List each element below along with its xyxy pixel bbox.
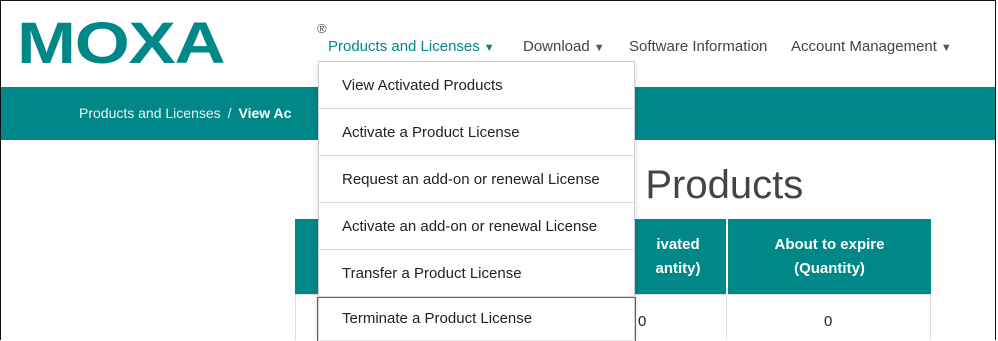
breadcrumb-current: View Ac bbox=[238, 105, 292, 121]
menu-item-request-addon-renewal[interactable]: Request an add-on or renewal License bbox=[319, 156, 634, 203]
nav-download-label: Download bbox=[523, 38, 590, 55]
nav-download[interactable]: Download ▼ bbox=[523, 38, 605, 55]
chevron-down-icon: ▼ bbox=[483, 42, 495, 54]
nav-account-management[interactable]: Account Management ▼ bbox=[791, 38, 952, 55]
expire-quantity-value[interactable]: 0 bbox=[824, 313, 832, 330]
nav-software-label: Software Information bbox=[629, 38, 768, 55]
menu-item-view-activated-products[interactable]: View Activated Products bbox=[319, 62, 634, 109]
header-line: antity) bbox=[655, 259, 701, 277]
nav-account-label: Account Management bbox=[791, 38, 937, 55]
menu-item-transfer-product-license[interactable]: Transfer a Product License bbox=[319, 250, 634, 297]
nav-products-label: Products and Licenses bbox=[328, 38, 480, 55]
chevron-down-icon: ▼ bbox=[593, 42, 605, 54]
chevron-down-icon: ▼ bbox=[940, 42, 952, 54]
activated-quantity-value[interactable]: 0 bbox=[638, 313, 646, 330]
nav-software-information[interactable]: Software Information bbox=[629, 38, 767, 55]
menu-item-activate-addon-renewal[interactable]: Activate an add-on or renewal License bbox=[319, 203, 634, 250]
cell-divider bbox=[295, 294, 296, 340]
products-licenses-dropdown: View Activated Products Activate a Produ… bbox=[317, 61, 636, 341]
breadcrumb-separator: / bbox=[227, 105, 232, 121]
registered-mark: ® bbox=[317, 21, 327, 36]
nav-products-and-licenses[interactable]: Products and Licenses ▼ bbox=[328, 38, 495, 55]
menu-item-terminate-product-license[interactable]: Terminate a Product License bbox=[317, 297, 636, 341]
header-line: About to expire bbox=[774, 235, 885, 253]
moxa-logo[interactable]: MOXA bbox=[17, 15, 226, 73]
menu-item-activate-product-license[interactable]: Activate a Product License bbox=[319, 109, 634, 156]
cell-divider bbox=[930, 294, 931, 340]
table-header-cell bbox=[295, 219, 320, 294]
breadcrumb: Products and Licenses / View Ac bbox=[79, 105, 291, 121]
table-header-about-to-expire: About to expire (Quantity) bbox=[728, 219, 931, 294]
header-line: (Quantity) bbox=[794, 259, 865, 277]
header-line: ivated bbox=[656, 235, 700, 253]
breadcrumb-parent-link[interactable]: Products and Licenses bbox=[79, 105, 221, 121]
cell-divider bbox=[726, 294, 727, 340]
page-title: d Products bbox=[612, 163, 804, 207]
